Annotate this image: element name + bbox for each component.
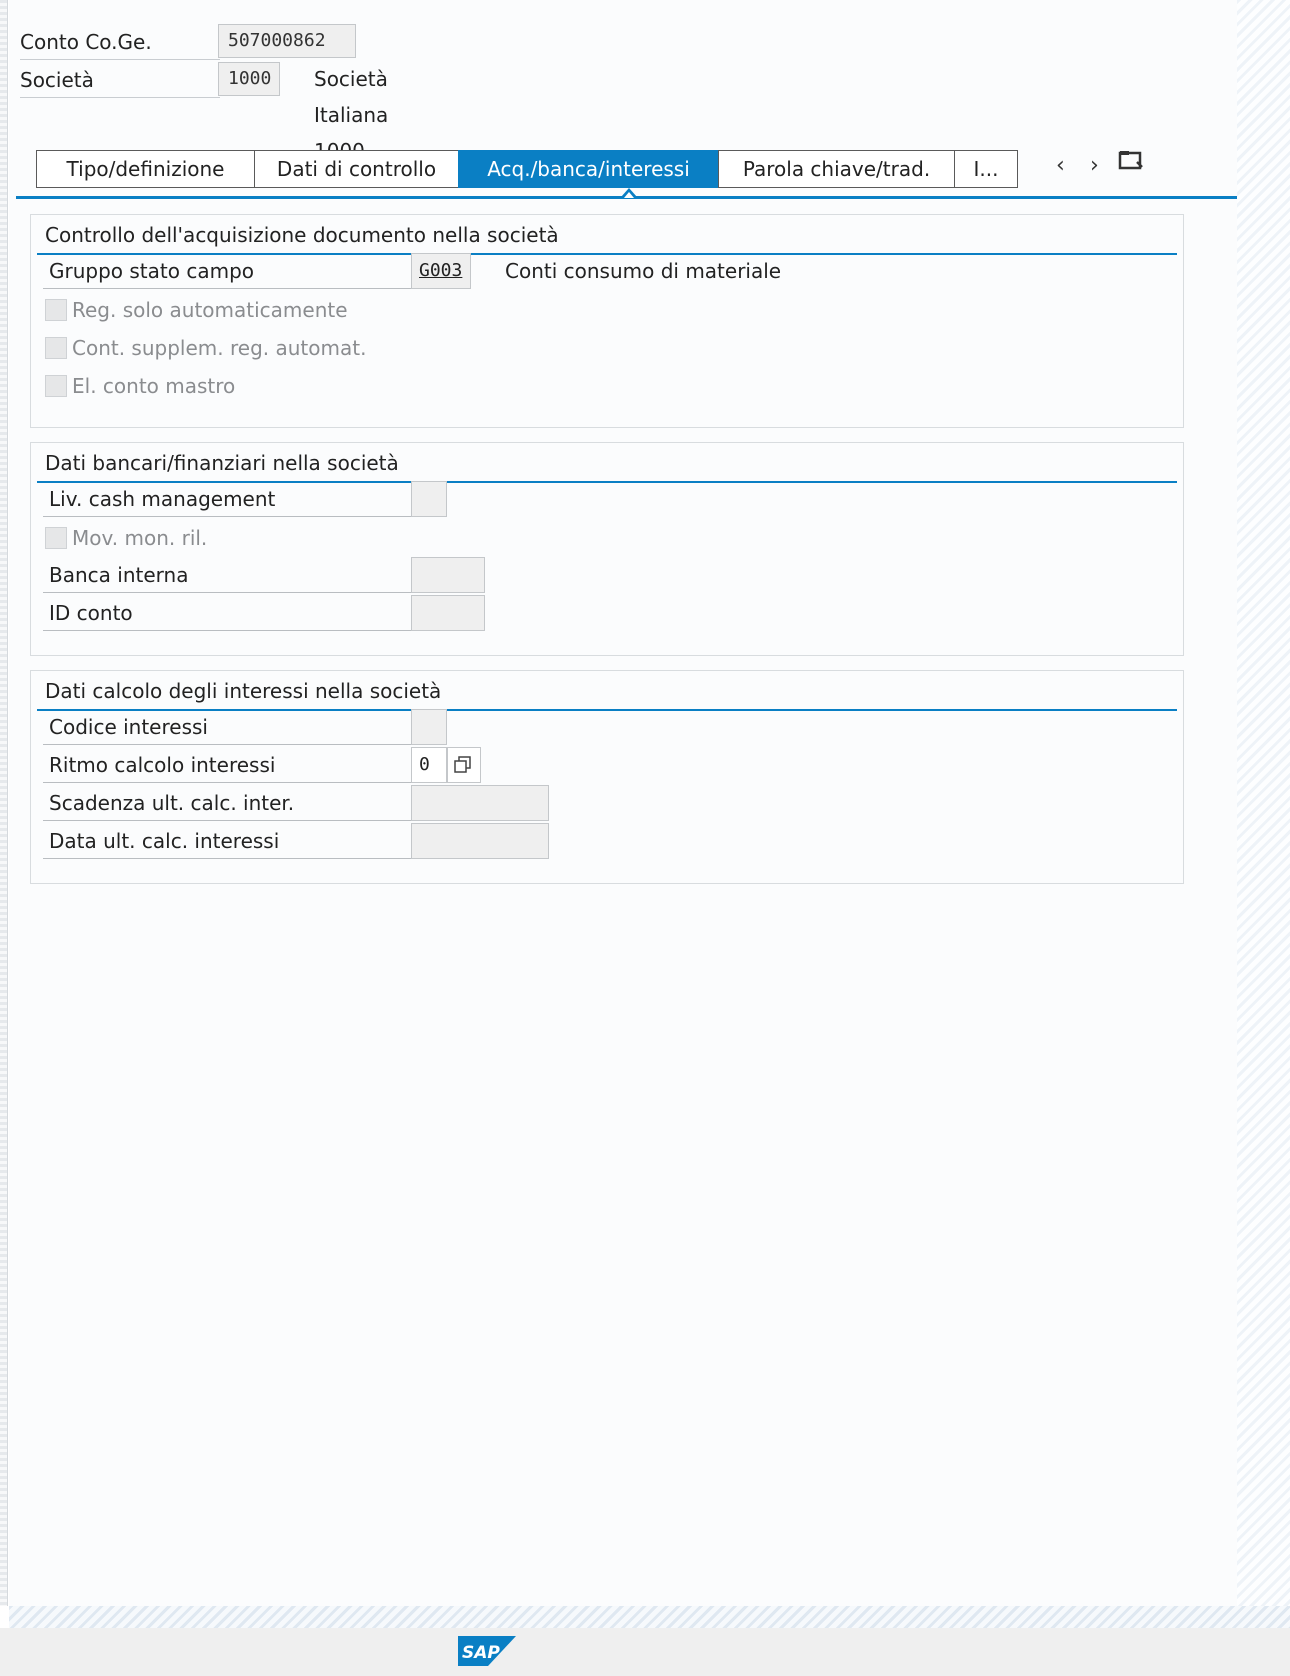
gl-account-element-label: El. conto mastro [72, 374, 236, 398]
group-interest-calc: Dati calcolo degli interessi nella socie… [30, 670, 1184, 884]
field-status-group-label: Gruppo stato campo [43, 253, 438, 289]
interest-cycle-label: Ritmo calcolo interessi [43, 747, 438, 783]
row-last-key-date: Scadenza ult. calc. inter. [43, 785, 1143, 821]
last-run-date-field[interactable] [411, 823, 549, 859]
last-key-date-field[interactable] [411, 785, 549, 821]
group-title: Controllo dell'acquisizione documento ne… [45, 223, 559, 247]
supplement-auto-posting-label: Cont. supplem. reg. automat. [72, 336, 367, 360]
row-last-run-date: Data ult. calc. interessi [43, 823, 1143, 859]
relevant-cash-flow-checkbox[interactable] [45, 527, 67, 549]
interest-code-field[interactable] [411, 709, 447, 745]
group-title: Dati calcolo degli interessi nella socie… [45, 679, 442, 703]
popup-icon [454, 756, 471, 773]
last-run-date-label: Data ult. calc. interessi [43, 823, 438, 859]
status-footer: SAP [0, 1628, 1290, 1676]
tab-tipo-definizione[interactable]: Tipo/definizione [36, 150, 254, 188]
sap-logo-text: SAP [462, 1643, 500, 1663]
house-bank-label: Banca interna [43, 557, 438, 593]
tab-acq-banca-interessi[interactable]: Acq./banca/interessi [458, 150, 718, 188]
group-doc-entry-control: Controllo dell'acquisizione documento ne… [30, 214, 1184, 428]
interest-code-label: Codice interessi [43, 709, 438, 745]
account-id-label: ID conto [43, 595, 438, 631]
tab-list-icon[interactable] [1118, 148, 1144, 180]
post-automatically-label: Reg. solo automaticamente [72, 298, 348, 322]
right-hatch-background [1237, 0, 1290, 1606]
row-account-id: ID conto [43, 595, 1143, 631]
post-automatically-checkbox[interactable] [45, 299, 67, 321]
active-tab-pointer-inner [624, 192, 634, 198]
gl-account-element-checkbox[interactable] [45, 375, 67, 397]
row-interest-code: Codice interessi [43, 709, 1143, 745]
tab-parola-chiave-trad[interactable]: Parola chiave/trad. [718, 150, 954, 188]
cash-mgmt-level-field[interactable] [411, 481, 447, 517]
row-field-status-group: Gruppo stato campo G003 Conti consumo di… [43, 253, 1143, 289]
house-bank-field[interactable] [411, 557, 485, 593]
last-key-date-label: Scadenza ult. calc. inter. [43, 785, 438, 821]
tab-scroll-left-icon[interactable]: ‹ [1056, 152, 1065, 180]
supplement-auto-posting-checkbox[interactable] [45, 337, 67, 359]
sap-screen: Conto Co.Ge. 507000862 Società 1000 Soci… [0, 0, 1290, 1676]
folder-icon [1118, 151, 1143, 170]
bottom-hatch-background [9, 1606, 1290, 1628]
account-id-field[interactable] [411, 595, 485, 631]
field-status-group-field[interactable]: G003 [411, 253, 471, 289]
row-cash-mgmt-level: Liv. cash management [43, 481, 1143, 517]
field-status-group-description: Conti consumo di materiale [505, 259, 782, 283]
group-title: Dati bancari/finanziari nella società [45, 451, 399, 475]
relevant-cash-flow-label: Mov. mon. ril. [72, 526, 208, 550]
cash-mgmt-level-label: Liv. cash management [43, 481, 438, 517]
account-label: Conto Co.Ge. [20, 24, 220, 60]
company-field[interactable]: 1000 [218, 62, 280, 96]
row-house-bank: Banca interna [43, 557, 1143, 593]
row-interest-cycle: Ritmo calcolo interessi 0 [43, 747, 1143, 783]
tab-scroll-right-icon[interactable]: › [1090, 152, 1099, 180]
value-help-button[interactable] [447, 747, 481, 783]
company-label: Società [20, 62, 220, 98]
sap-logo-icon: SAP [458, 1636, 516, 1666]
group-bank-financial: Dati bancari/finanziari nella società Li… [30, 442, 1184, 656]
interest-cycle-field[interactable]: 0 [411, 747, 447, 783]
tab-dati-di-controllo[interactable]: Dati di controllo [254, 150, 458, 188]
tab-more[interactable]: I... [954, 150, 1018, 188]
account-field[interactable]: 507000862 [218, 24, 356, 58]
left-border [0, 0, 8, 1606]
